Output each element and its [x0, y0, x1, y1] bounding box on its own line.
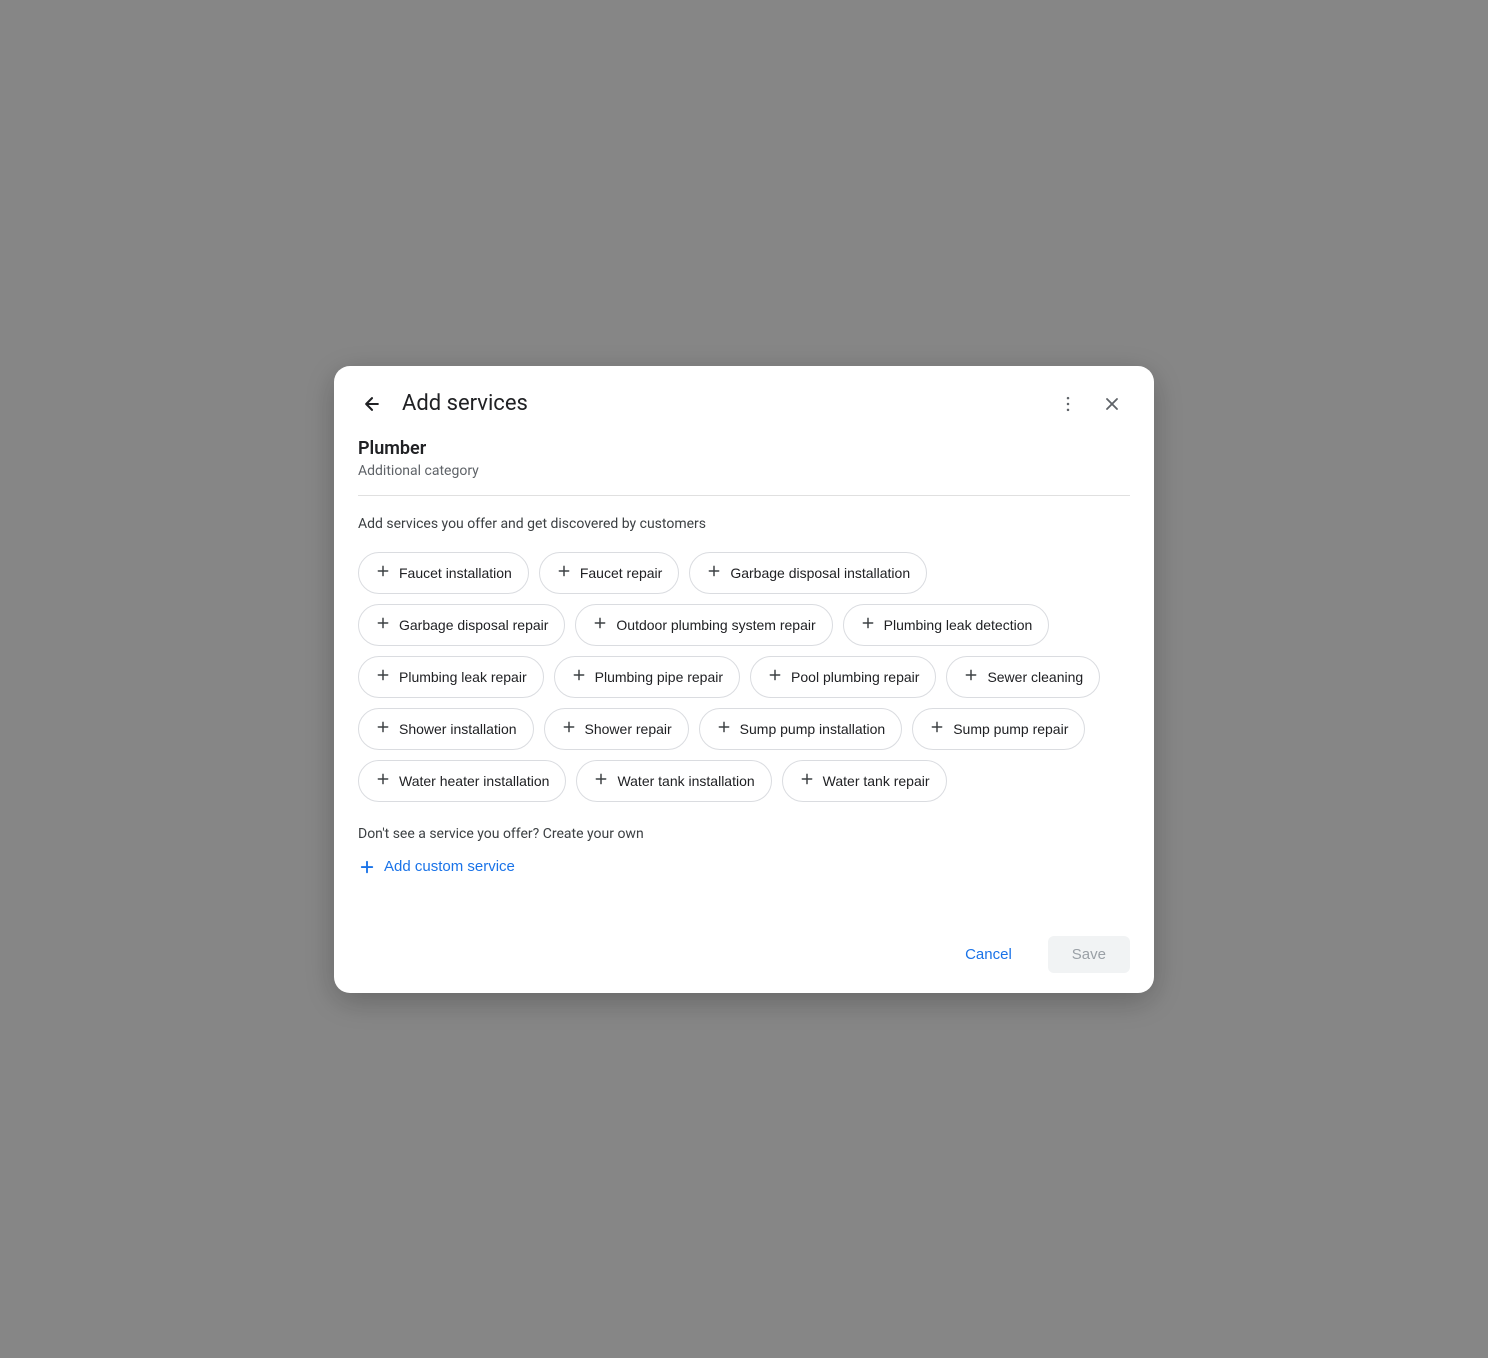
plus-icon — [375, 771, 391, 791]
category-section: Plumber Additional category — [358, 438, 1130, 496]
save-button[interactable]: Save — [1048, 936, 1130, 973]
custom-description: Don't see a service you offer? Create yo… — [358, 826, 1130, 842]
service-chip-label: Faucet installation — [399, 565, 512, 581]
dialog-footer: Cancel Save — [334, 920, 1154, 993]
service-chip[interactable]: Garbage disposal installation — [689, 552, 927, 594]
service-chip-label: Water tank installation — [617, 773, 754, 789]
service-chip[interactable]: Plumbing pipe repair — [554, 656, 740, 698]
more-options-button[interactable] — [1050, 386, 1086, 422]
service-chip[interactable]: Garbage disposal repair — [358, 604, 565, 646]
close-button[interactable] — [1094, 386, 1130, 422]
service-chip[interactable]: Water tank repair — [782, 760, 947, 802]
service-chip-label: Pool plumbing repair — [791, 669, 919, 685]
plus-icon — [561, 719, 577, 739]
dialog-header: Add services — [334, 366, 1154, 438]
plus-icon — [963, 667, 979, 687]
category-title: Plumber — [358, 438, 1130, 459]
service-chip[interactable]: Pool plumbing repair — [750, 656, 936, 698]
plus-icon — [375, 719, 391, 739]
back-button[interactable] — [354, 386, 390, 422]
service-chip-label: Shower installation — [399, 721, 517, 737]
service-chip[interactable]: Shower repair — [544, 708, 689, 750]
service-chip[interactable]: Faucet repair — [539, 552, 679, 594]
add-custom-label: Add custom service — [384, 858, 515, 875]
service-chip-label: Sump pump repair — [953, 721, 1068, 737]
cancel-button[interactable]: Cancel — [941, 936, 1036, 973]
service-chip[interactable]: Sump pump repair — [912, 708, 1085, 750]
dialog-body: Plumber Additional category Add services… — [334, 438, 1154, 920]
plus-icon — [716, 719, 732, 739]
category-subtitle: Additional category — [358, 463, 1130, 479]
service-chip[interactable]: Water tank installation — [576, 760, 771, 802]
add-custom-service-button[interactable]: Add custom service — [358, 854, 515, 880]
service-chip[interactable]: Shower installation — [358, 708, 534, 750]
service-chip[interactable]: Faucet installation — [358, 552, 529, 594]
service-chip[interactable]: Plumbing leak repair — [358, 656, 544, 698]
plus-icon — [860, 615, 876, 635]
service-chip-label: Faucet repair — [580, 565, 662, 581]
plus-icon — [593, 771, 609, 791]
service-chip-label: Shower repair — [585, 721, 672, 737]
service-chip-label: Plumbing pipe repair — [595, 669, 723, 685]
plus-icon — [799, 771, 815, 791]
service-chip-label: Water tank repair — [823, 773, 930, 789]
service-chip-label: Water heater installation — [399, 773, 549, 789]
custom-service-section: Don't see a service you offer? Create yo… — [358, 826, 1130, 880]
service-chip[interactable]: Outdoor plumbing system repair — [575, 604, 832, 646]
services-grid: Faucet installation Faucet repair Garbage … — [358, 552, 1130, 802]
plus-icon — [556, 563, 572, 583]
services-description: Add services you offer and get discovere… — [358, 516, 1130, 532]
plus-icon — [929, 719, 945, 739]
service-chip-label: Sewer cleaning — [987, 669, 1083, 685]
service-chip[interactable]: Sewer cleaning — [946, 656, 1100, 698]
service-chip-label: Garbage disposal repair — [399, 617, 548, 633]
service-chip-label: Outdoor plumbing system repair — [616, 617, 815, 633]
dialog-overlay: Add services Plumber Additional c — [0, 0, 1488, 1358]
plus-icon — [706, 563, 722, 583]
header-actions — [1050, 386, 1130, 422]
service-chip-label: Sump pump installation — [740, 721, 886, 737]
plus-icon — [375, 667, 391, 687]
service-chip[interactable]: Plumbing leak detection — [843, 604, 1050, 646]
service-chip-label: Garbage disposal installation — [730, 565, 910, 581]
service-chip-label: Plumbing leak repair — [399, 669, 527, 685]
plus-icon — [571, 667, 587, 687]
dialog-title: Add services — [402, 391, 1038, 416]
plus-icon — [767, 667, 783, 687]
service-chip-label: Plumbing leak detection — [884, 617, 1033, 633]
plus-icon — [375, 563, 391, 583]
plus-icon — [592, 615, 608, 635]
add-services-dialog: Add services Plumber Additional c — [334, 366, 1154, 993]
plus-icon — [375, 615, 391, 635]
service-chip[interactable]: Sump pump installation — [699, 708, 903, 750]
service-chip[interactable]: Water heater installation — [358, 760, 566, 802]
